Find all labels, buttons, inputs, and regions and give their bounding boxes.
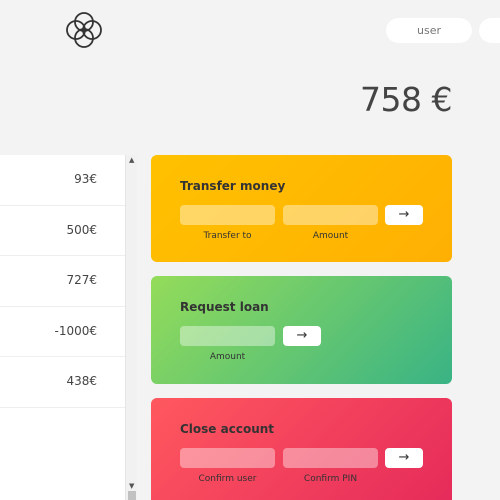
balance-value: 758 € xyxy=(360,80,452,119)
loan-amount-input[interactable] xyxy=(180,326,275,346)
movement-value: 438€ xyxy=(66,374,97,388)
confirm-pin-label: Confirm PIN xyxy=(303,474,358,484)
transfer-amount-input[interactable] xyxy=(283,205,378,225)
scroll-up-arrow-icon[interactable]: ▲ xyxy=(129,156,134,164)
loan-amount-label: Amount xyxy=(209,352,246,362)
movement-row: 500€ xyxy=(0,206,137,256)
loan-title: Request loan xyxy=(180,300,269,314)
close-title: Close account xyxy=(180,422,275,436)
loan-submit-button[interactable]: → xyxy=(283,326,321,346)
movement-value: 500€ xyxy=(66,222,97,237)
scroll-down-arrow-icon[interactable]: ▼ xyxy=(129,482,134,490)
transfer-submit-button[interactable]: → xyxy=(385,205,423,225)
movements-scrollbar[interactable]: ▲ ▼ xyxy=(125,155,137,500)
login-user-input[interactable] xyxy=(386,18,472,43)
logo-icon xyxy=(65,11,103,49)
login-pin-input[interactable] xyxy=(479,18,500,43)
movements-list: 93€ 500€ 727€ -1000€ 438€ xyxy=(0,155,137,500)
movement-row: 93€ xyxy=(0,155,137,206)
confirm-user-input[interactable] xyxy=(180,448,275,468)
movement-row: -1000€ xyxy=(0,307,137,357)
close-submit-button[interactable]: → xyxy=(385,448,423,468)
request-loan-panel: Request loan → Amount xyxy=(151,276,452,384)
scroll-thumb[interactable] xyxy=(128,491,136,500)
transfer-money-panel: Transfer money → Transfer to Amount xyxy=(151,155,452,262)
transfer-title: Transfer money xyxy=(180,179,286,193)
confirm-pin-input[interactable] xyxy=(283,448,378,468)
movement-row: 727€ xyxy=(0,256,137,307)
close-account-panel: Close account → Confirm user Confirm PIN xyxy=(151,398,452,500)
confirm-user-label: Confirm user xyxy=(198,474,257,484)
transfer-to-input[interactable] xyxy=(180,205,275,225)
movement-value: 93€ xyxy=(74,172,97,186)
transfer-to-label: Transfer to xyxy=(203,231,252,241)
movement-value: -1000€ xyxy=(54,323,97,338)
movement-row: 438€ xyxy=(0,357,137,408)
transfer-amount-label: Amount xyxy=(312,231,349,241)
movement-value: 727€ xyxy=(66,273,97,287)
